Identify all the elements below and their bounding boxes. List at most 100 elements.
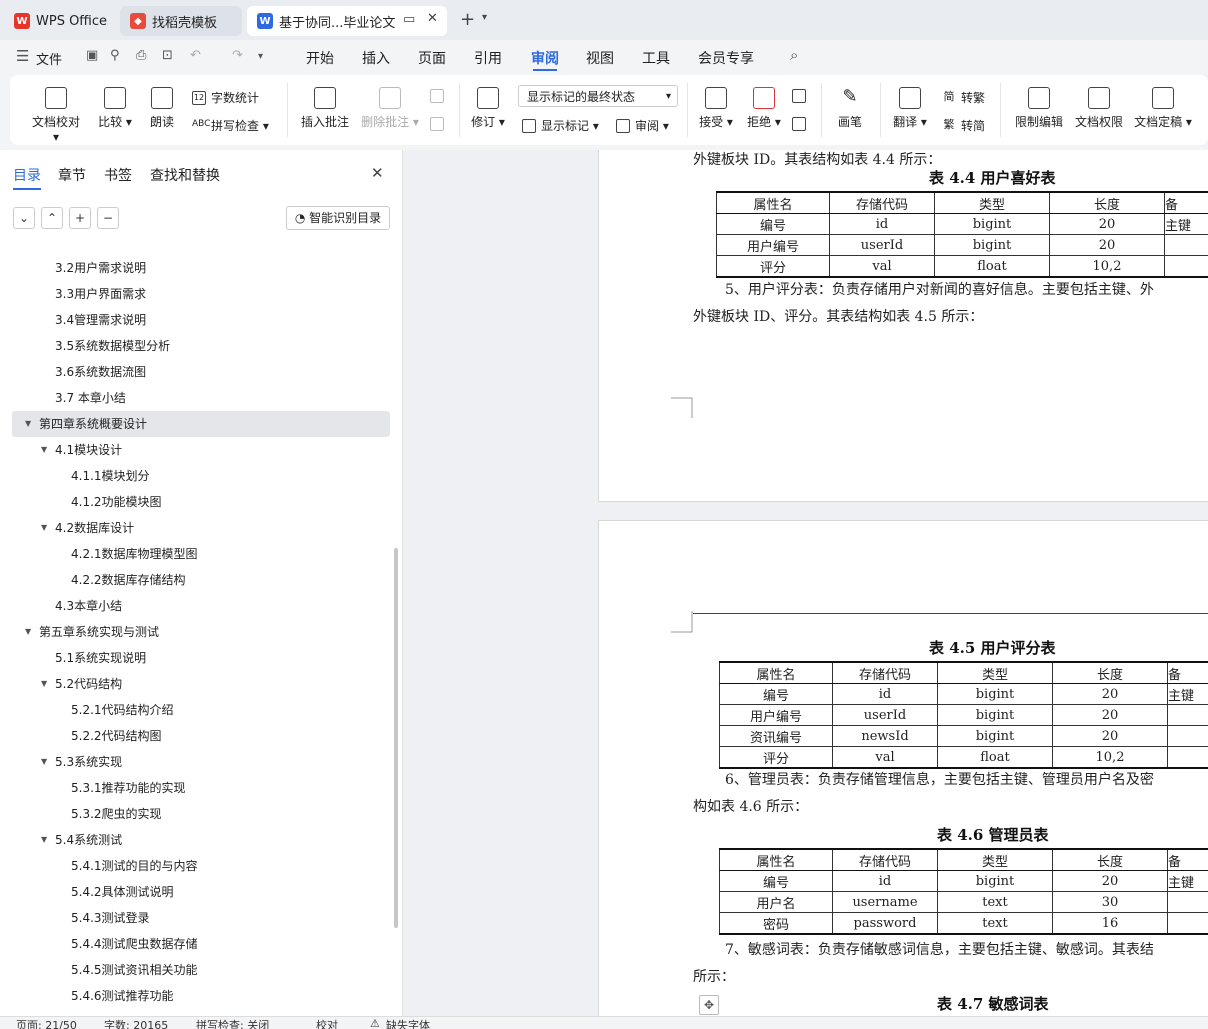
paragraph[interactable]: 5、用户评分表：负责存储用户对新闻的喜好信息。主要包括主键、外 <box>725 279 1154 299</box>
table-header-cell[interactable]: 存储代码 <box>830 192 935 214</box>
nav-tab-toc[interactable]: 目录 <box>13 165 41 185</box>
table-header-cell[interactable]: 类型 <box>938 662 1053 684</box>
prev-comment-button[interactable] <box>430 89 449 103</box>
table-cell[interactable]: 20 <box>1053 684 1168 705</box>
toc-item[interactable]: 5.4.3测试登录 <box>0 905 390 931</box>
table-cell[interactable]: 编号 <box>720 871 833 892</box>
translate-button[interactable]: 翻译 ▾ <box>890 87 930 130</box>
expand-arrow-icon[interactable]: ▼ <box>41 515 47 541</box>
menu-review[interactable]: 审阅 <box>531 48 559 68</box>
table-cell[interactable]: id <box>830 214 935 235</box>
menu-tools[interactable]: 工具 <box>642 48 670 68</box>
table-cell[interactable]: id <box>833 684 938 705</box>
table-cell[interactable]: text <box>938 892 1053 913</box>
table-header-cell[interactable]: 类型 <box>935 192 1050 214</box>
toc-item[interactable]: 5.4.4测试爬虫数据存储 <box>0 931 390 957</box>
to-simplified-button[interactable]: 繁转简 <box>942 117 985 134</box>
window-restore-icon[interactable]: ▭ <box>403 12 415 27</box>
menu-reference[interactable]: 引用 <box>474 48 502 68</box>
toc-item[interactable]: 3.7 本章小结 <box>0 385 390 411</box>
table-user-preference[interactable]: 属性名存储代码类型长度备编号idbigint20主键用户编号userIdbigi… <box>716 191 1208 278</box>
paragraph[interactable]: 所示： <box>693 966 735 986</box>
table-cell[interactable]: bigint <box>938 684 1053 705</box>
table-cell[interactable] <box>1165 256 1208 278</box>
read-aloud-button[interactable]: 朗读 <box>146 87 178 130</box>
table-cell[interactable]: password <box>833 913 938 935</box>
status-proof[interactable]: 校对 <box>316 1017 338 1029</box>
table-cell[interactable]: bigint <box>938 871 1053 892</box>
chevron-down-icon[interactable]: ▾ <box>482 12 487 23</box>
toc-item[interactable]: ▼5.2代码结构 <box>0 671 390 697</box>
insert-comment-button[interactable]: 插入批注 <box>298 87 352 130</box>
table-cell[interactable]: 主键 <box>1168 684 1208 705</box>
new-tab-icon[interactable]: + <box>460 9 475 30</box>
table-cell[interactable]: 用户名 <box>720 892 833 913</box>
table-cell[interactable]: 密码 <box>720 913 833 935</box>
nav-tab-bookmark[interactable]: 书签 <box>104 165 132 185</box>
table-cell[interactable]: 20 <box>1053 726 1168 747</box>
table-header-cell[interactable]: 存储代码 <box>833 849 938 871</box>
table-cell[interactable]: val <box>833 747 938 769</box>
table-cell[interactable] <box>1168 705 1208 726</box>
next-comment-button[interactable] <box>430 117 449 131</box>
close-icon[interactable]: ✕ <box>371 164 384 182</box>
toc-item[interactable]: 3.3用户界面需求 <box>0 281 390 307</box>
to-traditional-button[interactable]: 简转繁 <box>942 89 985 106</box>
expand-arrow-icon[interactable]: ▼ <box>25 619 31 645</box>
table-cell[interactable]: 主键 <box>1168 871 1208 892</box>
show-markup-button[interactable]: 显示标记 ▾ <box>522 117 599 134</box>
menu-home[interactable]: 开始 <box>306 48 334 68</box>
save-icon[interactable]: ▣ <box>86 48 98 63</box>
markup-state-select[interactable]: 显示标记的最终状态 ▾ <box>518 85 678 107</box>
close-tab-icon[interactable]: ✕ <box>427 11 438 26</box>
status-words[interactable]: 字数: 20165 <box>104 1017 168 1029</box>
toc-item[interactable]: 4.1.1模块划分 <box>0 463 390 489</box>
accept-button[interactable]: 接受 ▾ <box>696 87 736 130</box>
table-cell[interactable]: val <box>830 256 935 278</box>
toc-item[interactable]: 5.4.5测试资讯相关功能 <box>0 957 390 983</box>
toc-item[interactable]: 5.3.1推荐功能的实现 <box>0 775 390 801</box>
toc-item[interactable]: 3.5系统数据模型分析 <box>0 333 390 359</box>
table-move-handle-icon[interactable]: ✥ <box>699 995 719 1015</box>
table-cell[interactable]: 10,2 <box>1053 747 1168 769</box>
paragraph[interactable]: 7、敏感词表：负责存储敏感词信息，主要包括主键、敏感词。其表结 <box>725 939 1154 959</box>
table-cell[interactable]: float <box>935 256 1050 278</box>
paragraph[interactable]: 外键板块 ID、评分。其表结构如表 4.5 所示： <box>693 306 983 326</box>
toc-item[interactable]: 5.3.2爬虫的实现 <box>0 801 390 827</box>
table-cell[interactable]: 30 <box>1053 892 1168 913</box>
table-header-cell[interactable]: 备 <box>1165 192 1208 214</box>
print-preview-icon[interactable]: ⊡ <box>162 48 173 63</box>
smart-toc-button[interactable]: ◔ 智能识别目录 <box>286 206 390 230</box>
toc-item[interactable]: 3.6系统数据流图 <box>0 359 390 385</box>
tab-template[interactable]: ◆ 找稻壳模板 <box>120 6 242 36</box>
toc-item[interactable]: 5.4.1测试的目的与内容 <box>0 853 390 879</box>
table-cell[interactable] <box>1165 235 1208 256</box>
menu-file[interactable]: 文件 <box>36 49 62 68</box>
table-cell[interactable] <box>1168 747 1208 769</box>
pen-button[interactable]: ✎ 画笔 <box>834 87 866 130</box>
search-icon[interactable]: ⌕ <box>790 46 798 64</box>
table-cell[interactable] <box>1168 913 1208 935</box>
toc-item[interactable]: 5.1系统实现说明 <box>0 645 390 671</box>
reject-button[interactable]: 拒绝 ▾ <box>744 87 784 130</box>
nav-tab-chapter[interactable]: 章节 <box>58 165 86 185</box>
toc-item[interactable]: 3.2用户需求说明 <box>0 255 390 281</box>
table-cell[interactable]: 评分 <box>717 256 830 278</box>
table-header-cell[interactable]: 属性名 <box>720 849 833 871</box>
word-count-button[interactable]: 12字数统计 <box>192 89 259 106</box>
chevron-down-icon[interactable]: ▾ <box>258 51 263 62</box>
expand-arrow-icon[interactable]: ▼ <box>41 671 47 697</box>
table-header-cell[interactable]: 存储代码 <box>833 662 938 684</box>
tab-document[interactable]: W 基于协同...毕业论文 ▭ ✕ <box>247 6 447 36</box>
toc-item[interactable]: 4.2.2数据库存储结构 <box>0 567 390 593</box>
doc-check-button[interactable]: 文档校对 ▾ <box>28 87 84 144</box>
paragraph[interactable]: 外键板块 ID。其表结构如表 4.4 所示： <box>693 150 941 169</box>
table-cell[interactable]: userId <box>833 705 938 726</box>
table-cell[interactable]: username <box>833 892 938 913</box>
table-cell[interactable]: 16 <box>1053 913 1168 935</box>
table-cell[interactable]: bigint <box>938 705 1053 726</box>
table-cell[interactable]: newsId <box>833 726 938 747</box>
table-admin[interactable]: 属性名存储代码类型长度备编号idbigint20主键用户名usernametex… <box>719 848 1208 935</box>
menu-page[interactable]: 页面 <box>418 48 446 68</box>
table-header-cell[interactable]: 备 <box>1168 662 1208 684</box>
